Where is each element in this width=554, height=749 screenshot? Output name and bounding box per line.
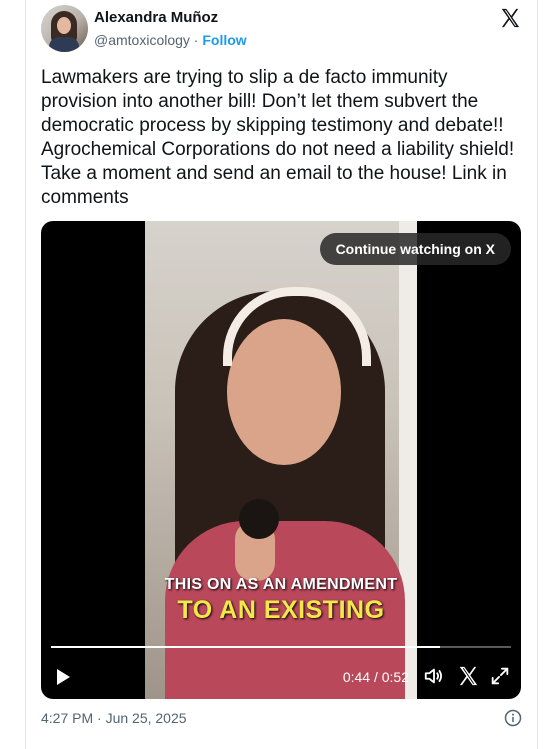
author-handle[interactable]: @amtoxicology (94, 32, 190, 48)
tweet-text: Lawmakers are trying to slip a de facto … (41, 67, 515, 208)
volume-icon[interactable] (423, 665, 445, 687)
info-icon[interactable] (504, 709, 522, 727)
author-name[interactable]: Alexandra Muñoz (94, 9, 218, 26)
video-caption-line1: THIS ON AS AN AMENDMENT (164, 576, 398, 593)
progress-fill (51, 646, 441, 648)
continue-watching-button[interactable]: Continue watching on X (319, 233, 511, 265)
follow-link[interactable]: Follow (202, 32, 246, 48)
progress-bar[interactable] (51, 646, 511, 648)
play-icon[interactable] (57, 669, 70, 685)
x-logo-icon[interactable] (499, 7, 521, 29)
video-player[interactable]: THIS ON AS AN AMENDMENT TO AN EXISTING C… (41, 221, 521, 699)
separator: · (189, 32, 203, 48)
video-controls: 0:44 / 0:52 (41, 661, 521, 693)
video-time: 0:44 / 0:52 (342, 669, 409, 685)
fullscreen-icon[interactable] (489, 665, 511, 687)
tweet-card: Alexandra Muñoz @amtoxicology · Follow L… (25, 0, 538, 749)
tweet-header: Alexandra Muñoz @amtoxicology · Follow (41, 5, 521, 55)
author-handle-line: @amtoxicology · Follow (94, 32, 247, 48)
x-logo-icon[interactable] (457, 665, 479, 687)
video-frame: THIS ON AS AN AMENDMENT TO AN EXISTING (145, 221, 417, 699)
tweet-timestamp[interactable]: 4:27 PM · Jun 25, 2025 (41, 710, 187, 726)
avatar[interactable] (41, 5, 88, 52)
video-caption-line2: TO AN EXISTING (177, 596, 385, 624)
